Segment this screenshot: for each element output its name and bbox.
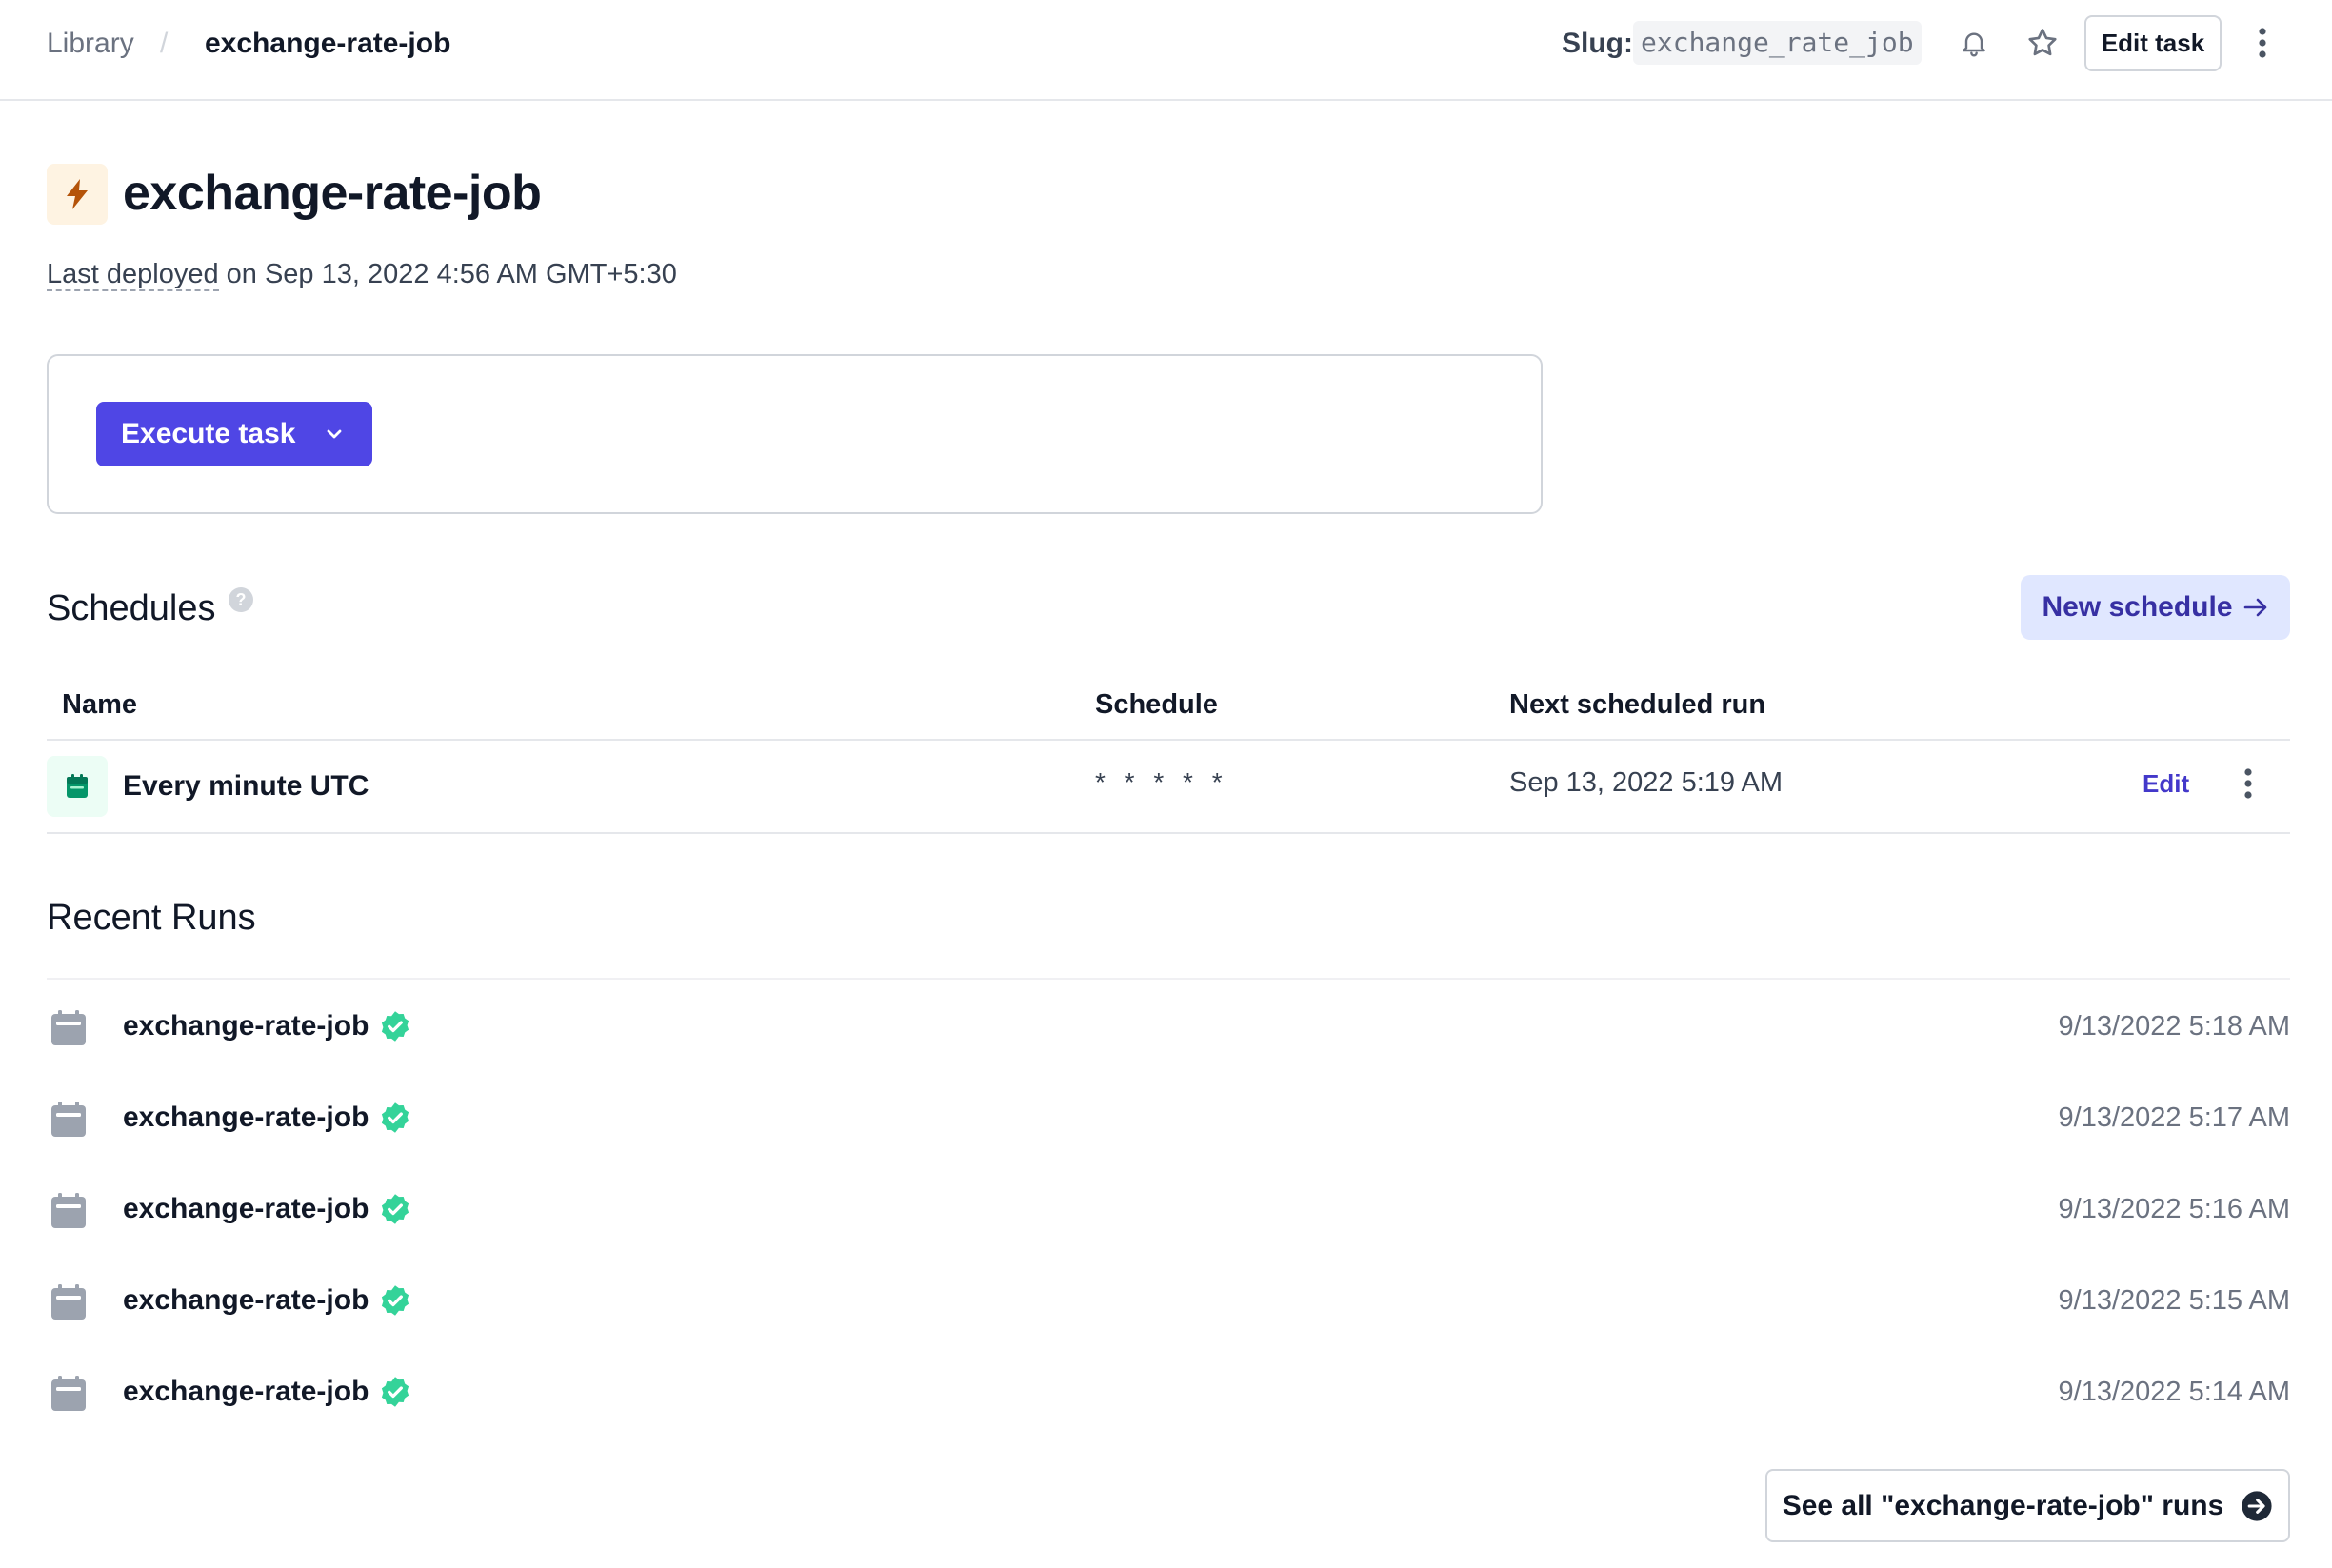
- breadcrumb-separator: /: [160, 28, 169, 59]
- edit-task-button[interactable]: Edit task: [2084, 15, 2222, 71]
- recent-runs-heading: Recent Runs: [47, 898, 256, 938]
- star-icon[interactable]: [2023, 23, 2063, 63]
- run-row[interactable]: exchange-rate-job 9/13/2022 5:15 AM: [47, 1272, 2290, 1329]
- slug-value: exchange_rate_job: [1633, 21, 1922, 65]
- runs-divider: [47, 978, 2290, 980]
- schedule-name[interactable]: Every minute UTC: [123, 767, 369, 805]
- run-name[interactable]: exchange-rate-job: [123, 1373, 369, 1411]
- arrow-right-icon: [2243, 598, 2266, 617]
- check-badge-icon: [381, 1285, 409, 1316]
- schedule-kebab-icon[interactable]: [2228, 764, 2268, 804]
- calendar-icon: [51, 1193, 86, 1228]
- run-name[interactable]: exchange-rate-job: [123, 1007, 369, 1045]
- calendar-icon: [51, 1102, 86, 1137]
- check-badge-icon: [381, 1377, 409, 1407]
- column-header-schedule: Schedule: [1095, 689, 1218, 720]
- calendar-icon: [51, 1284, 86, 1320]
- run-row[interactable]: exchange-rate-job 9/13/2022 5:14 AM: [47, 1363, 2290, 1420]
- column-header-name: Name: [62, 689, 137, 720]
- breadcrumb-current: exchange-rate-job: [205, 28, 451, 59]
- chevron-down-icon[interactable]: [296, 402, 372, 466]
- run-time: 9/13/2022 5:18 AM: [2058, 1011, 2290, 1042]
- run-time: 9/13/2022 5:15 AM: [2058, 1285, 2290, 1316]
- run-name[interactable]: exchange-rate-job: [123, 1281, 369, 1320]
- run-name[interactable]: exchange-rate-job: [123, 1099, 369, 1137]
- table-divider: [47, 832, 2290, 834]
- deployed-date: on Sep 13, 2022 4:56 AM GMT+5:30: [218, 259, 677, 289]
- see-all-runs-button[interactable]: See all "exchange-rate-job" runs: [1765, 1469, 2290, 1542]
- bell-icon[interactable]: [1954, 23, 1994, 63]
- kebab-menu-icon[interactable]: [2242, 23, 2282, 63]
- arrow-circle-right-icon: [2242, 1490, 2272, 1521]
- schedule-next-run: Sep 13, 2022 5:19 AM: [1509, 767, 1783, 798]
- run-time: 9/13/2022 5:17 AM: [2058, 1102, 2290, 1133]
- run-name[interactable]: exchange-rate-job: [123, 1190, 369, 1228]
- check-badge-icon: [381, 1102, 409, 1133]
- run-row[interactable]: exchange-rate-job 9/13/2022 5:16 AM: [47, 1181, 2290, 1238]
- run-time: 9/13/2022 5:14 AM: [2058, 1377, 2290, 1407]
- new-schedule-label: New schedule: [2042, 591, 2233, 623]
- table-divider: [47, 739, 2290, 741]
- calendar-icon: [51, 1376, 86, 1411]
- help-icon[interactable]: ?: [229, 587, 253, 612]
- run-row[interactable]: exchange-rate-job 9/13/2022 5:18 AM: [47, 998, 2290, 1055]
- schedule-cron: * * * * *: [1095, 767, 1228, 797]
- deploy-info: Last deployed on Sep 13, 2022 4:56 AM GM…: [47, 255, 677, 293]
- execute-card: Execute task: [47, 354, 1543, 514]
- execute-task-label[interactable]: Execute task: [96, 418, 296, 450]
- calendar-icon: [51, 1010, 86, 1045]
- check-badge-icon: [381, 1011, 409, 1042]
- check-badge-icon: [381, 1194, 409, 1224]
- page-title: exchange-rate-job: [123, 166, 542, 221]
- breadcrumb-library[interactable]: Library: [47, 25, 134, 63]
- schedules-heading: Schedules: [47, 588, 216, 628]
- deployed-tooltip-trigger[interactable]: Last deployed: [47, 259, 219, 291]
- lightning-bolt-icon: [47, 164, 108, 225]
- run-time: 9/13/2022 5:16 AM: [2058, 1194, 2290, 1224]
- run-row[interactable]: exchange-rate-job 9/13/2022 5:17 AM: [47, 1089, 2290, 1146]
- execute-task-button[interactable]: Execute task: [96, 402, 372, 466]
- calendar-icon: [47, 756, 108, 817]
- edit-schedule-link[interactable]: Edit: [2143, 767, 2189, 800]
- new-schedule-button[interactable]: New schedule: [2021, 575, 2290, 640]
- top-bar: Library / exchange-rate-job Slug: exchan…: [0, 0, 2332, 101]
- column-header-next-run: Next scheduled run: [1509, 689, 1766, 720]
- see-all-runs-label: See all "exchange-rate-job" runs: [1782, 1489, 2224, 1521]
- slug-label: Slug:: [1562, 28, 1633, 59]
